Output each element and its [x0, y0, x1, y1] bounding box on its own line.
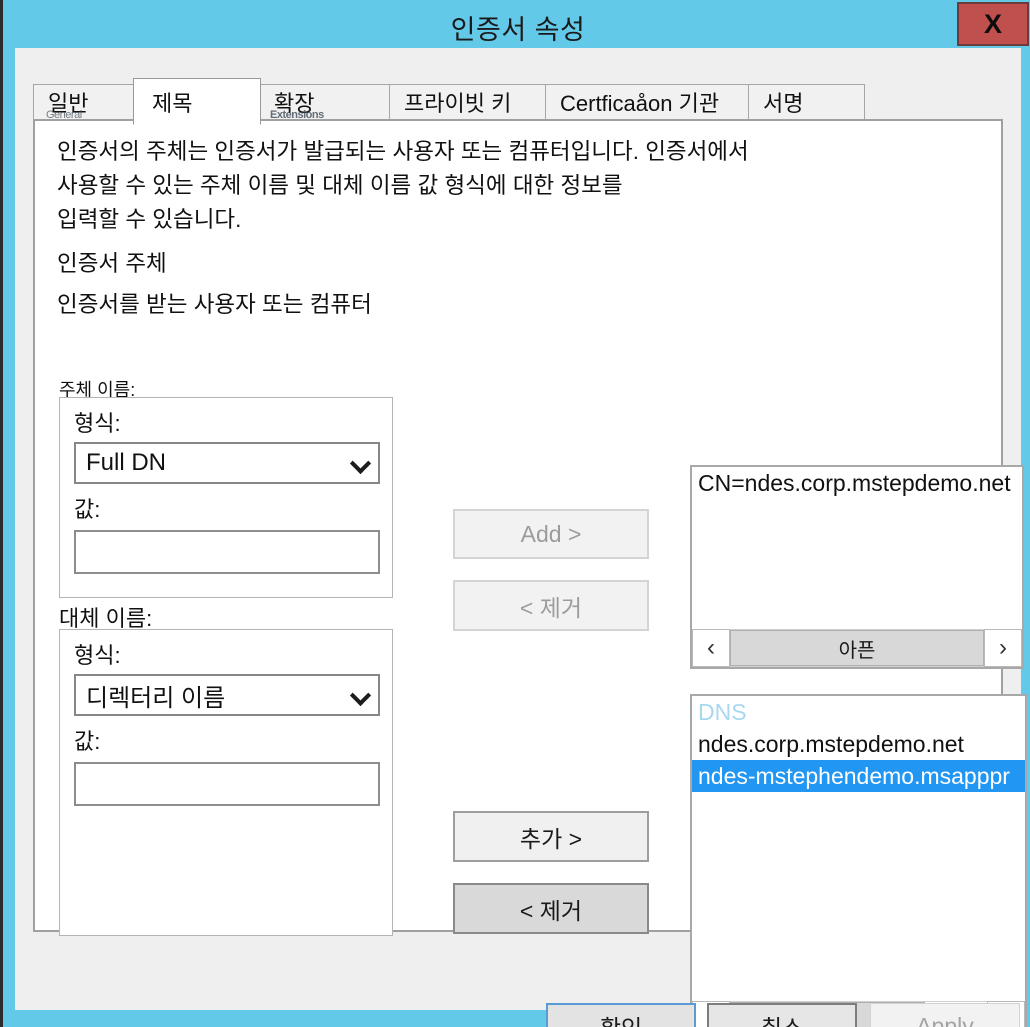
subject-list-horizontal-scrollbar[interactable]: ‹ 아픈 ›	[692, 629, 1022, 667]
alt-value-input[interactable]	[74, 762, 380, 806]
tab-signature-label: 서명	[763, 91, 804, 116]
scroll-left-icon[interactable]: ‹	[692, 629, 730, 667]
alt-format-label: 형식:	[74, 643, 121, 668]
tab-extensions-label: 확장	[274, 91, 315, 116]
remove-subject-button-label: < 제거	[519, 594, 583, 621]
window-title: 인증서 속성	[450, 15, 586, 45]
apply-button[interactable]: Apply	[870, 1003, 1020, 1027]
list-item-header: DNS	[698, 699, 747, 725]
subject-name-listbox[interactable]: CN=ndes.corp.mstepdemo.net ‹ 아픈 ›	[690, 465, 1024, 669]
subject-name-groupbox: 형식: Full DN 값:	[59, 397, 393, 598]
subject-scroll-track[interactable]: 아픈	[730, 629, 984, 667]
subject-format-value: Full DN	[86, 449, 167, 476]
alt-format-select[interactable]: 디렉터리 이름	[74, 674, 380, 716]
tab-certification-authority[interactable]: Certficaåon 기관	[545, 84, 770, 120]
section-title: 인증서 주체	[57, 251, 167, 276]
intro-line-3: 입력할 수 있습니다.	[57, 207, 242, 232]
intro-text: 인증서의 주체는 인증서가 발급되는 사용자 또는 컴퓨터입니다. 인증서에서 …	[57, 135, 957, 237]
remove-alt-name-button[interactable]: < 제거	[453, 883, 649, 934]
subject-format-label: 형식:	[74, 411, 121, 436]
add-subject-button-label: Add >	[520, 520, 582, 547]
list-item-selected[interactable]: ndes-mstephendemo.msapppr	[692, 760, 1025, 792]
tab-private-key-label: 프라이빗 키	[404, 91, 512, 116]
section-subtitle: 인증서를 받는 사용자 또는 컴퓨터	[57, 292, 372, 317]
ok-button-label: 확인	[600, 1009, 642, 1027]
certificate-properties-window: 인증서 속성 X 일반 General 제목 확장 Extensions 프라이…	[0, 0, 1030, 1027]
remove-subject-button[interactable]: < 제거	[453, 580, 649, 631]
alt-name-list-items: DNS ndes.corp.mstepdemo.net ndes-mstephe…	[692, 696, 1025, 1001]
cancel-button[interactable]: 취소	[707, 1003, 857, 1027]
tab-subject-label: 제목	[152, 90, 193, 116]
chevron-down-icon	[350, 452, 372, 474]
cancel-button-label: 취소	[761, 1009, 803, 1027]
alt-format-value: 디렉터리 이름	[86, 684, 226, 712]
add-alt-name-button-label: 추가 >	[519, 825, 583, 852]
subject-value-label: 값:	[74, 497, 101, 522]
close-icon: X	[983, 8, 1002, 39]
list-item[interactable]: CN=ndes.corp.mstepdemo.net	[692, 467, 1022, 499]
tab-general-label: 일반	[48, 91, 89, 116]
tab-private-key[interactable]: 프라이빗 키	[389, 84, 547, 120]
title-bar: 인증서 속성 X	[3, 0, 1030, 48]
dialog-body: 일반 General 제목 확장 Extensions 프라이빗 키 Certf…	[15, 48, 1027, 1027]
remove-alt-name-button-label: < 제거	[519, 897, 583, 924]
add-subject-button[interactable]: Add >	[453, 509, 649, 559]
subject-value-input[interactable]	[74, 530, 380, 574]
tab-signature[interactable]: 서명	[748, 84, 865, 120]
alt-name-listbox[interactable]: DNS ndes.corp.mstepdemo.net ndes-mstephe…	[690, 694, 1027, 1027]
scroll-right-icon[interactable]: ›	[984, 629, 1022, 667]
add-alt-name-button[interactable]: 추가 >	[453, 811, 649, 862]
alt-value-label: 값:	[74, 729, 101, 754]
apply-button-label: Apply	[916, 1012, 974, 1027]
subject-name-list-items: CN=ndes.corp.mstepdemo.net	[692, 467, 1022, 629]
chevron-down-icon	[350, 684, 372, 706]
subject-format-select[interactable]: Full DN	[74, 442, 380, 484]
close-button[interactable]: X	[957, 2, 1029, 46]
intro-line-1: 인증서의 주체는 인증서가 발급되는 사용자 또는 컴퓨터입니다. 인증서에서	[57, 139, 749, 164]
tab-subject[interactable]: 제목	[133, 78, 261, 125]
tab-certification-authority-label: Certficaåon 기관	[560, 91, 720, 116]
tab-extensions[interactable]: 확장 Extensions	[259, 84, 391, 120]
tab-general[interactable]: 일반 General	[33, 84, 135, 120]
list-item[interactable]: ndes.corp.mstepdemo.net	[692, 728, 1025, 760]
tab-content-panel: 인증서의 주체는 인증서가 발급되는 사용자 또는 컴퓨터입니다. 인증서에서 …	[33, 119, 1027, 1027]
tab-strip: 일반 General 제목 확장 Extensions 프라이빗 키 Certf…	[33, 78, 1003, 125]
intro-line-2: 사용할 수 있는 주체 이름 및 대체 이름 값 형식에 대한 정보를	[57, 173, 623, 198]
ok-button[interactable]: 확인	[546, 1003, 696, 1027]
alt-name-groupbox: 형식: 디렉터리 이름 값:	[59, 629, 393, 936]
subject-scroll-thumb[interactable]: 아픈	[730, 630, 984, 666]
